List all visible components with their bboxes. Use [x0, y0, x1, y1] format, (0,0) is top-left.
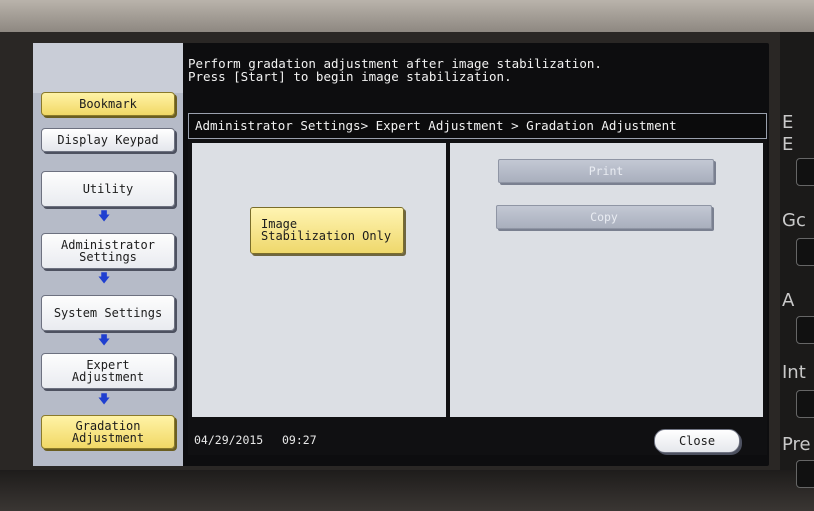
hard-key-label: Pre	[782, 434, 811, 455]
hard-key-label: A	[782, 290, 795, 311]
hard-key-button[interactable]	[796, 158, 814, 186]
hard-key-button[interactable]	[796, 316, 814, 344]
sidebar-item-utility[interactable]: Utility	[41, 171, 175, 207]
sidebar-item-expert-adjustment[interactable]: Expert Adjustment	[41, 353, 175, 389]
right-option-area: Print Copy	[450, 143, 763, 417]
copy-button[interactable]: Copy	[496, 205, 712, 229]
left-option-area: Image Stabilization Only	[192, 143, 446, 417]
hard-key-button[interactable]	[796, 460, 814, 488]
display-keypad-button[interactable]: Display Keypad	[41, 128, 175, 152]
bezel-bottom	[0, 470, 814, 511]
sidebar-item-administrator-settings[interactable]: Administrator Settings	[41, 233, 175, 269]
down-arrow-icon: 🡇	[97, 333, 111, 347]
sidebar-item-gradation-adjustment[interactable]: Gradation Adjustment	[41, 415, 175, 449]
hard-key-button[interactable]	[796, 238, 814, 266]
bookmark-button[interactable]: Bookmark	[41, 92, 175, 116]
content-panel: Administrator Settings> Expert Adjustmen…	[188, 113, 767, 455]
breadcrumb: Administrator Settings> Expert Adjustmen…	[188, 113, 767, 139]
sidebar-item-system-settings[interactable]: System Settings	[41, 295, 175, 331]
instruction-line-2: Press [Start] to begin image stabilizati…	[188, 69, 512, 84]
image-stabilization-only-button[interactable]: Image Stabilization Only	[250, 207, 404, 254]
touch-screen: Bookmark Display Keypad Utility 🡇 Admini…	[33, 43, 769, 466]
hard-key-button[interactable]	[796, 390, 814, 418]
bezel-top	[0, 0, 814, 32]
hard-key-label: Gc	[782, 210, 806, 231]
hard-key-label: Int	[782, 362, 806, 383]
instruction-message: Perform gradation adjustment after image…	[188, 57, 758, 83]
status-date: 04/29/2015	[194, 433, 264, 447]
hard-key-label: E	[782, 112, 794, 133]
status-time: 09:27	[282, 433, 317, 447]
print-button[interactable]: Print	[498, 159, 714, 183]
sidebar: Bookmark Display Keypad Utility 🡇 Admini…	[33, 43, 183, 466]
hard-key-label: E	[782, 134, 794, 155]
sidebar-header	[33, 43, 183, 93]
down-arrow-icon: 🡇	[97, 271, 111, 285]
down-arrow-icon: 🡇	[97, 209, 111, 223]
close-button[interactable]: Close	[654, 429, 740, 453]
down-arrow-icon: 🡇	[97, 392, 111, 406]
